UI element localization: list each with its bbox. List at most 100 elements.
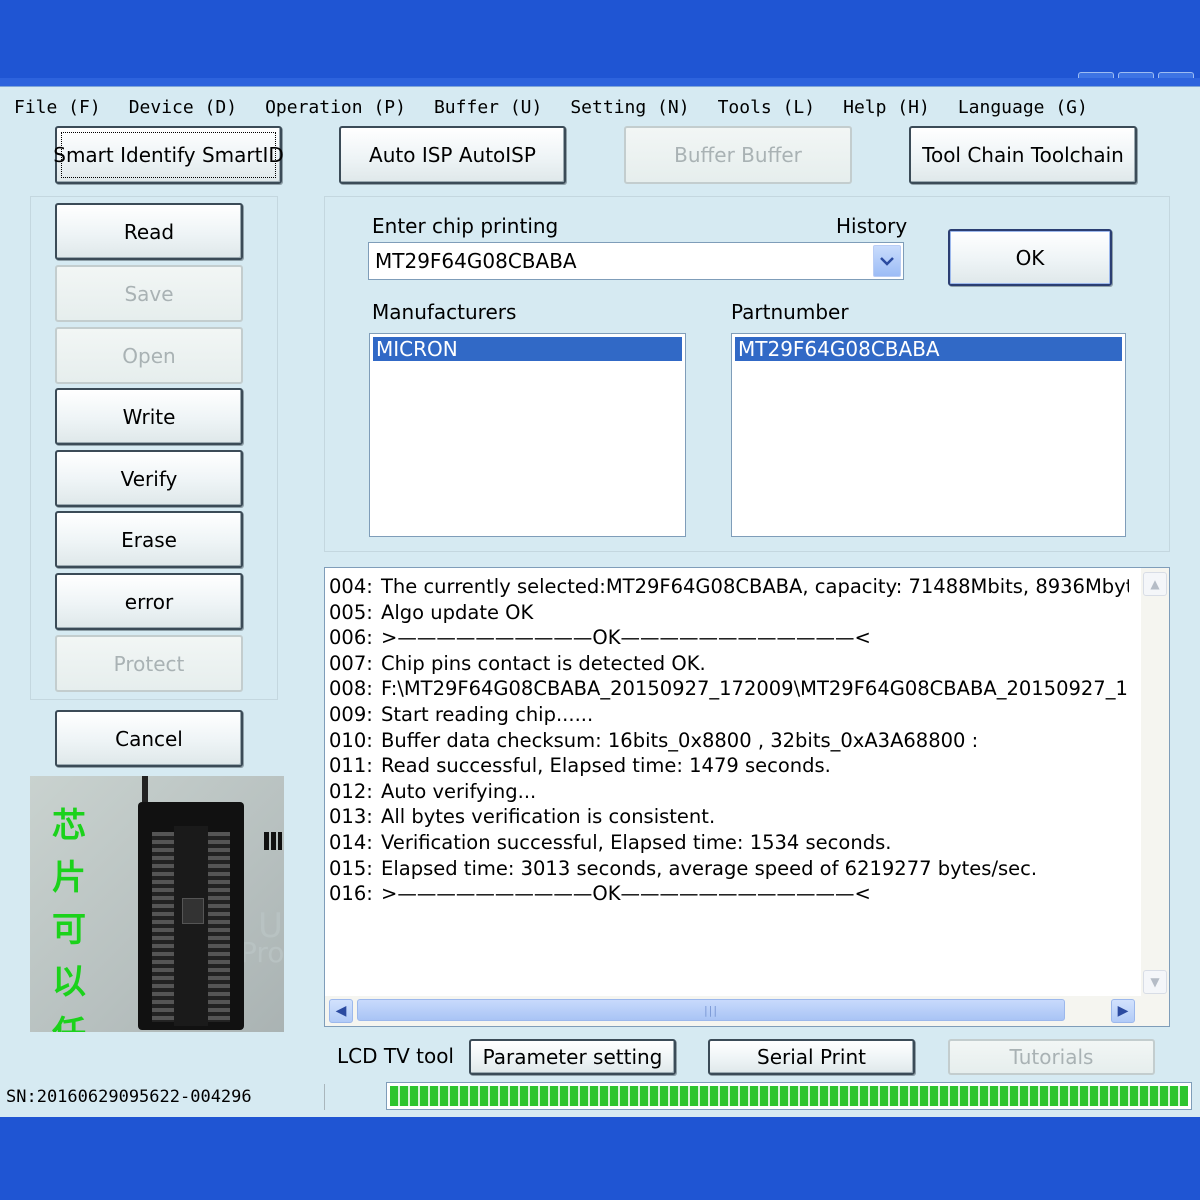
log-line: 013: All bytes verification is consistent…	[329, 804, 1129, 830]
menu-help[interactable]: Help (H)	[843, 97, 930, 118]
log-line: 008: F:\MT29F64G08CBABA_20150927_172009\M…	[329, 676, 1129, 702]
chevron-down-icon[interactable]	[873, 245, 901, 277]
ok-label: OK	[1015, 245, 1045, 270]
scroll-down-icon[interactable]: ▼	[1143, 970, 1167, 994]
enter-chip-label: Enter chip printing	[372, 214, 559, 238]
scroll-thumb[interactable]: |||	[357, 999, 1065, 1021]
tutorials-button[interactable]: Tutorials	[948, 1039, 1155, 1075]
log-line-number: 009:	[329, 702, 373, 726]
toolchain-button[interactable]: Tool Chain Toolchain	[909, 126, 1137, 184]
read-button[interactable]: Read	[55, 203, 243, 260]
menu-language[interactable]: Language (G)	[958, 97, 1088, 118]
protect-button[interactable]: Protect	[55, 635, 243, 692]
write-button[interactable]: Write	[55, 388, 243, 445]
log-line: 011: Read successful, Elapsed time: 1479 …	[329, 753, 1129, 779]
photo-caption-line: 可以	[52, 910, 86, 1002]
buffer-button[interactable]: Buffer Buffer	[624, 126, 852, 184]
log-output[interactable]: 004: The currently selected:MT29F64G08CBA…	[324, 567, 1170, 1027]
socket-center	[174, 826, 208, 1026]
verify-button[interactable]: Verify	[55, 450, 243, 507]
log-line-text: Start reading chip......	[381, 702, 594, 726]
log-line-text: Verification successful, Elapsed time: 1…	[381, 830, 892, 854]
log-line-text: Algo update OK	[381, 600, 534, 624]
menu-file[interactable]: File (F)	[14, 97, 101, 118]
log-line-text: F:\MT29F64G08CBABA_20150927_172009\MT29F…	[381, 677, 1129, 701]
photo-faint-text: Pro	[240, 936, 284, 969]
verify-label: Verify	[120, 466, 178, 491]
log-line-number: 014:	[329, 830, 373, 854]
grid-icon	[264, 832, 282, 850]
erase-button[interactable]: Erase	[55, 511, 243, 568]
log-line-text: Elapsed time: 3013 seconds, average spee…	[381, 856, 1038, 880]
write-label: Write	[122, 404, 176, 429]
log-line: 004: The currently selected:MT29F64G08CBA…	[329, 574, 1129, 600]
log-line-number: 015:	[329, 856, 373, 880]
list-item[interactable]: MT29F64G08CBABA	[735, 337, 1122, 361]
socket-photo: U Pro 芯片 可以 任意 摆放	[30, 776, 284, 1032]
log-line-text: Buffer data checksum: 16bits_0x8800 , 32…	[381, 728, 979, 752]
list-item[interactable]: MICRON	[373, 337, 682, 361]
chip-printing-combo[interactable]: MT29F64G08CBABA	[368, 242, 904, 280]
log-line: 005: Algo update OK	[329, 600, 1129, 626]
vertical-scrollbar[interactable]: ▲ ▼	[1141, 568, 1169, 996]
log-line: 014: Verification successful, Elapsed tim…	[329, 830, 1129, 856]
ok-button[interactable]: OK	[948, 229, 1112, 286]
cancel-button[interactable]: Cancel	[55, 710, 243, 767]
partnumber-label: Partnumber	[731, 300, 849, 324]
protect-label: Protect	[113, 651, 185, 676]
log-line-number: 004:	[329, 575, 373, 598]
lcd-tv-tool-label: LCD TV tool	[337, 1044, 454, 1068]
save-button[interactable]: Save	[55, 265, 243, 322]
manufacturers-list[interactable]: MICRON	[369, 333, 686, 537]
log-line-number: 013:	[329, 805, 373, 829]
chip-printing-value: MT29F64G08CBABA	[375, 249, 577, 273]
menu-setting[interactable]: Setting (N)	[570, 97, 689, 118]
auto-isp-button[interactable]: Auto ISP AutoISP	[339, 126, 566, 184]
manufacturers-label: Manufacturers	[372, 300, 517, 324]
horizontal-scrollbar[interactable]: ◀ ||| ▶	[325, 996, 1169, 1026]
smart-identify-label: Smart Identify SmartID	[53, 143, 284, 167]
menu-device[interactable]: Device (D)	[129, 97, 237, 118]
log-line-number: 008:	[329, 677, 373, 701]
partnumber-list[interactable]: MT29F64G08CBABA	[731, 333, 1126, 537]
photo-caption-line: 任意	[52, 1008, 112, 1032]
menu-operation[interactable]: Operation (P)	[265, 97, 406, 118]
chip-icon	[182, 898, 204, 924]
log-line-text: >——————————OK————————————<	[381, 626, 871, 650]
save-label: Save	[124, 281, 174, 306]
parameter-setting-button[interactable]: Parameter setting	[469, 1039, 676, 1075]
serial-print-label: Serial Print	[757, 1045, 866, 1069]
menu-tools[interactable]: Tools (L)	[718, 97, 816, 118]
log-line: 015: Elapsed time: 3013 seconds, average …	[329, 856, 1129, 882]
log-line-number: 016:	[329, 882, 373, 906]
log-line-text: >——————————OK————————————<	[381, 882, 871, 906]
log-line: 007: Chip pins contact is detected OK.	[329, 651, 1129, 677]
open-button[interactable]: Open	[55, 327, 243, 384]
log-line-number: 007:	[329, 651, 373, 675]
log-line-number: 006:	[329, 626, 373, 650]
smart-identify-button[interactable]: Smart Identify SmartID	[53, 126, 284, 184]
log-line: 006: >——————————OK————————————<	[329, 625, 1129, 651]
menu-buffer[interactable]: Buffer (U)	[434, 97, 542, 118]
auto-isp-label: Auto ISP AutoISP	[369, 143, 536, 167]
tutorials-label: Tutorials	[1009, 1045, 1094, 1069]
error-label: error	[124, 589, 174, 614]
scroll-up-icon[interactable]: ▲	[1143, 572, 1167, 596]
open-label: Open	[122, 343, 176, 368]
serial-print-button[interactable]: Serial Print	[708, 1039, 915, 1075]
log-line-number: 010:	[329, 728, 373, 752]
erase-label: Erase	[121, 527, 177, 552]
log-line: 010: Buffer data checksum: 16bits_0x8800 …	[329, 728, 1129, 754]
error-button[interactable]: error	[55, 573, 243, 630]
scroll-left-icon[interactable]: ◀	[329, 999, 353, 1023]
log-line: 009: Start reading chip......	[329, 702, 1129, 728]
cancel-label: Cancel	[115, 726, 183, 751]
log-line-number: 012:	[329, 779, 373, 803]
log-line-text: Auto verifying...	[381, 779, 537, 803]
scroll-right-icon[interactable]: ▶	[1111, 999, 1135, 1023]
log-line-text: Chip pins contact is detected OK.	[381, 651, 706, 675]
log-line-number: 011:	[329, 754, 373, 778]
log-line-text: All bytes verification is consistent.	[381, 805, 716, 829]
log-line: 016: >——————————OK————————————<	[329, 881, 1129, 907]
zif-socket	[138, 802, 244, 1030]
